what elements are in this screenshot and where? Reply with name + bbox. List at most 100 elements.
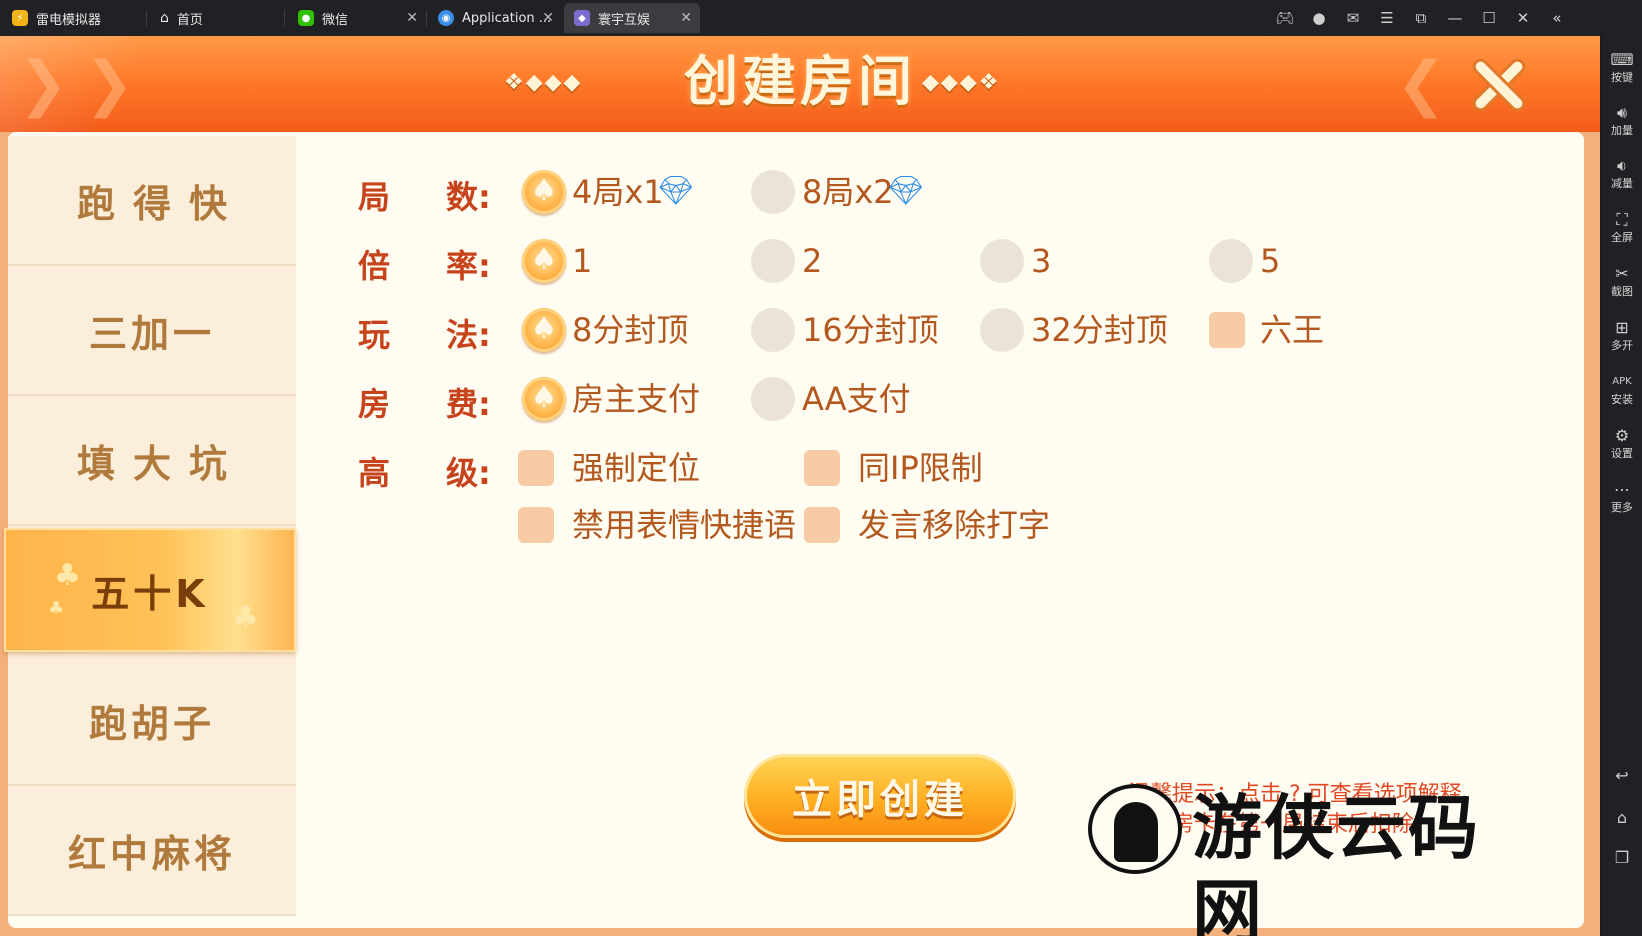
close-window-icon[interactable]: ✕ (1506, 9, 1540, 27)
home-icon: ⌂ (160, 10, 169, 26)
fullscreen-icon: ⛶ (1616, 210, 1628, 229)
tab-game[interactable]: ◆ 寰宇互娱 ✕ (564, 3, 700, 33)
same-ip-limit-label: 同IP限制 (858, 449, 983, 487)
wechat-icon: ● (298, 10, 314, 26)
cap-16-radio[interactable] (751, 308, 795, 352)
chevron-left-icon: ❮ (1396, 49, 1447, 119)
tab-ldplayer[interactable]: ⚡ 雷电模拟器 (2, 3, 142, 33)
close-tab-icon[interactable]: ✕ (406, 10, 418, 26)
collapse-sidebar-icon[interactable]: « (1540, 9, 1574, 27)
tab-divider (146, 10, 147, 26)
advanced-label-char: 级: (446, 454, 491, 492)
toolbar-home[interactable]: ⌂ (1602, 808, 1642, 828)
ldplayer-logo-icon: ⚡ (12, 10, 28, 26)
volume-down-icon: 🔉︎ (1616, 156, 1628, 175)
same-ip-limit-checkbox[interactable] (804, 450, 840, 486)
rate-5-radio[interactable] (1209, 239, 1253, 283)
tab-label: 雷电模拟器 (36, 12, 102, 28)
toolbar-more[interactable]: ⋯ 更多 (1602, 480, 1642, 516)
tab-wechat[interactable]: ● 微信 ✕ (288, 3, 426, 33)
mail-icon[interactable]: ✉ (1336, 9, 1370, 27)
home-icon: ⌂ (1616, 808, 1628, 827)
rate-label-char: 倍 (358, 247, 391, 285)
tab-label: 微信 (322, 12, 349, 28)
toolbar-label: 按键 (1611, 71, 1633, 84)
toolbar-settings[interactable]: ⚙ 设置 (1602, 426, 1642, 462)
rate-5-label: 5 (1260, 242, 1281, 280)
more-icon: ⋯ (1614, 480, 1630, 499)
cap-8-radio[interactable] (522, 308, 566, 352)
rate-1-radio[interactable] (522, 239, 566, 283)
rounds-4-radio[interactable] (522, 170, 566, 214)
six-kings-label: 六王 (1260, 311, 1325, 349)
game-type-menu: 跑得快 三加一 填大坑 ♣ ♣ ♣ 五十K 跑胡子 红中麻将 (4, 136, 296, 916)
disable-emoji-checkbox[interactable] (518, 507, 554, 543)
club-icon: ♣ (232, 600, 263, 635)
rate-2-radio[interactable] (751, 239, 795, 283)
cap-16-label: 16分封顶 (802, 311, 939, 349)
chevron-right-icon: ❯ (84, 49, 135, 119)
menu-item-paohuzi[interactable]: 跑胡子 (8, 656, 296, 786)
rounds-4-label: 4局x1 (572, 173, 664, 211)
toolbar-volume-down[interactable]: 🔉︎ 减量 (1602, 156, 1642, 192)
toolbar-keymap[interactable]: ⌨ 按键 (1602, 50, 1642, 86)
avatar-icon[interactable]: ● (1302, 9, 1336, 27)
gamepad-icon[interactable]: 🎮︎ (1268, 9, 1302, 27)
force-location-checkbox[interactable] (518, 450, 554, 486)
fee-owner-radio[interactable] (522, 377, 566, 421)
six-kings-checkbox[interactable] (1209, 312, 1245, 348)
force-location-label: 强制定位 (572, 449, 701, 487)
toolbar-label: 减量 (1611, 177, 1633, 190)
advanced-label-char: 高 (358, 454, 391, 492)
toolbar-label: 全屏 (1611, 231, 1633, 244)
play-label-char: 玩 (358, 316, 391, 354)
menu-icon[interactable]: ☰ (1370, 9, 1404, 27)
cap-32-label: 32分封顶 (1031, 311, 1168, 349)
rate-3-radio[interactable] (980, 239, 1024, 283)
rate-2-label: 2 (802, 242, 823, 280)
create-room-button[interactable]: 立即创建 (744, 754, 1016, 838)
fee-aa-radio[interactable] (751, 377, 795, 421)
toolbar-label: 加量 (1611, 124, 1633, 137)
recent-apps-icon: ❐ (1614, 848, 1630, 867)
fee-label-char: 房 (358, 385, 391, 423)
menu-item-wushik[interactable]: ♣ ♣ ♣ 五十K (4, 528, 296, 652)
tab-label: Application ... (462, 10, 552, 26)
close-dialog-icon[interactable] (1466, 52, 1530, 116)
emulator-toolbar: ⌨ 按键 🔊︎ 加量 🔉︎ 减量 ⛶ 全屏 ✂ 截图 ⊞ 多开 APK 安装 ⚙… (1602, 36, 1642, 936)
close-tab-icon[interactable]: ✕ (542, 10, 554, 26)
menu-item-tiandakeng[interactable]: 填大坑 (8, 396, 296, 526)
toolbar-label: 截图 (1611, 285, 1633, 298)
toolbar-screenshot[interactable]: ✂ 截图 (1602, 264, 1642, 300)
tab-home[interactable]: ⌂ 首页 (150, 3, 286, 33)
toolbar-recent-apps[interactable]: ❐ (1602, 848, 1642, 868)
game-window: ❯ ❯ ❮ ❖◆◆◆ ◆◆◆❖ 创建房间 跑得快 三加一 填大坑 ♣ ♣ ♣ 五… (0, 36, 1600, 936)
maximize-icon[interactable]: ☐ (1472, 9, 1506, 27)
toolbar-volume-up[interactable]: 🔊︎ 加量 (1602, 103, 1642, 139)
apk-icon: APK (1612, 376, 1632, 387)
toolbar-label: 更多 (1611, 501, 1633, 514)
close-tab-icon[interactable]: ✕ (680, 10, 692, 26)
rounds-8-label: 8局x2 (802, 173, 894, 211)
rounds-label-char: 局 (358, 178, 391, 216)
remove-typing-checkbox[interactable] (804, 507, 840, 543)
toolbar-multi-instance[interactable]: ⊞ 多开 (1602, 318, 1642, 354)
toolbar-install-apk[interactable]: APK 安装 (1602, 372, 1642, 408)
menu-item-hongzhong-mahjong[interactable]: 红中麻将 (8, 786, 296, 916)
toolbar-back[interactable]: ↩ (1602, 766, 1642, 786)
fee-label-char: 费: (446, 385, 491, 423)
cap-32-radio[interactable] (980, 308, 1024, 352)
scissors-icon: ✂ (1615, 264, 1629, 283)
watermark-text: 游侠云码网 (1192, 787, 1480, 936)
watermark: 游侠云码网 (1088, 784, 1528, 936)
minimize-icon[interactable]: — (1438, 9, 1472, 27)
disable-emoji-label: 禁用表情快捷语 (572, 506, 797, 544)
tab-divider (426, 10, 427, 26)
toolbar-fullscreen[interactable]: ⛶ 全屏 (1602, 210, 1642, 246)
menu-item-sanjiayi[interactable]: 三加一 (8, 266, 296, 396)
popout-icon[interactable]: ⧉ (1404, 9, 1438, 27)
tab-application[interactable]: ◉ Application ... ✕ (428, 3, 562, 33)
rounds-8-radio[interactable] (751, 170, 795, 214)
hacker-logo-icon (1088, 784, 1182, 874)
menu-item-paodekuai[interactable]: 跑得快 (8, 136, 296, 266)
